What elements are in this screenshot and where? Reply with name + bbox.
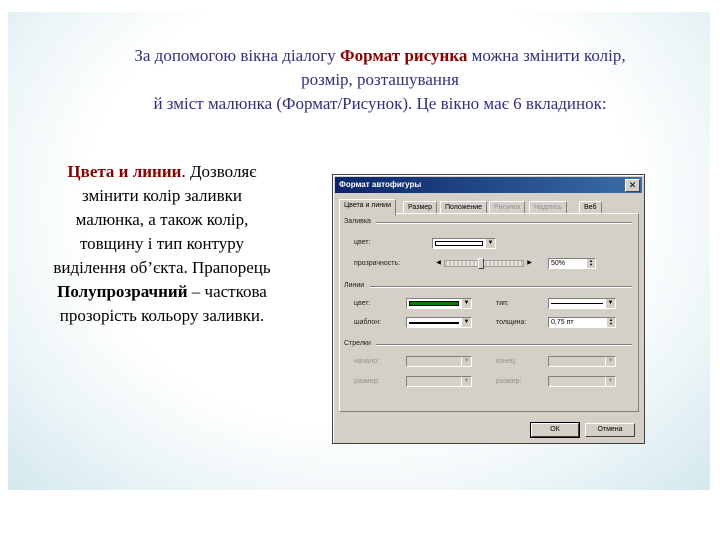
line-weight-label: толщина: — [496, 319, 527, 326]
intro-text: За допомогою вікна діалогу Формат рисунк… — [80, 44, 680, 116]
slider-thumb[interactable] — [478, 258, 484, 269]
transparency-label: прозрачность: — [354, 260, 401, 267]
line-pattern-preview — [409, 322, 459, 324]
chevron-down-icon: ▼ — [461, 357, 471, 366]
line-weight-input[interactable]: 0,75 пт ▲ ▼ — [548, 317, 616, 328]
fill-color-dropdown[interactable]: ▼ — [432, 238, 496, 249]
fill-group-title: Заливка — [344, 218, 371, 225]
format-autoshape-dialog: Формат автофигуры ✕ Цвета и линии Размер… — [332, 174, 645, 444]
chevron-down-icon[interactable]: ▼ — [461, 318, 471, 327]
flag-word: Прапорець — [192, 258, 271, 277]
line-type-label: тип: — [496, 300, 509, 307]
intro-line-3: й зміст малюнка (Формат/Рисунок). Це вік… — [153, 94, 607, 113]
intro-line-1: За допомогою вікна діалогу Формат рисунк… — [134, 46, 626, 65]
tab-colors-lines[interactable]: Цвета и линии — [339, 199, 396, 216]
arrow-end-size-label: размер: — [496, 378, 522, 385]
arrows-group-divider — [376, 344, 632, 346]
chevron-down-icon[interactable]: ▼ — [461, 299, 471, 308]
line-group-divider — [370, 286, 632, 288]
fill-color-swatch — [435, 241, 483, 246]
line-color-swatch — [409, 301, 459, 306]
chevron-down-icon[interactable]: ▼ — [605, 299, 615, 308]
arrow-begin-label: начало: — [354, 358, 380, 365]
close-icon[interactable]: ✕ — [625, 179, 640, 192]
line-type-preview — [551, 303, 603, 304]
fill-color-label: цвет: — [354, 239, 371, 246]
line-type-dropdown[interactable]: ▼ — [548, 298, 616, 309]
line-color-label: цвет: — [354, 300, 371, 307]
chevron-down-icon: ▼ — [461, 377, 471, 386]
arrow-end-dropdown: ▼ — [548, 356, 616, 367]
tab-strip: Цвета и линии Размер Положение Рисунок Н… — [339, 199, 637, 216]
line-group-title: Линии — [344, 282, 365, 289]
ok-button[interactable]: ОК — [530, 422, 580, 438]
dialog-name: Формат рисунка — [340, 46, 468, 65]
spin-arrows-icon[interactable]: ▲ ▼ — [607, 318, 615, 327]
tab-panel: Заливка цвет: ▼ прозрачность: ◀ ▶ 50% ▲ ▼… — [339, 213, 639, 412]
slider-left-icon[interactable]: ◀ — [434, 258, 443, 269]
arrow-begin-size-label: размер: — [354, 378, 380, 385]
intro-line-2: розмір, розташування — [301, 70, 459, 89]
arrow-end-size-dropdown: ▼ — [548, 376, 616, 387]
cancel-button[interactable]: Отмена — [585, 423, 635, 437]
tab-description: Цвета и линии. Дозволяє змінити колір за… — [53, 162, 271, 325]
slider-right-icon[interactable]: ▶ — [525, 258, 534, 269]
transparency-slider[interactable]: ◀ ▶ — [434, 258, 534, 269]
transparency-input[interactable]: 50% ▲ ▼ — [548, 258, 596, 269]
flag-name: Полупрозрачний — [57, 282, 188, 301]
slider-track[interactable] — [444, 260, 524, 267]
tab-name: Цвета и линии — [67, 162, 182, 181]
dialog-titlebar[interactable]: Формат автофигуры ✕ — [335, 177, 642, 193]
chevron-down-icon[interactable]: ▼ — [485, 239, 495, 248]
line-weight-value: 0,75 пт — [551, 319, 574, 326]
spin-arrows-icon[interactable]: ▲ ▼ — [587, 259, 595, 268]
line-pattern-label: шаблон: — [354, 319, 382, 326]
arrows-group-title: Стрелки — [344, 340, 371, 347]
line-pattern-dropdown[interactable]: ▼ — [406, 317, 472, 328]
arrow-begin-dropdown: ▼ — [406, 356, 472, 367]
fill-group-divider — [376, 222, 632, 224]
arrow-end-label: конец: — [496, 358, 517, 365]
chevron-down-icon: ▼ — [605, 357, 615, 366]
dialog-title: Формат автофигуры — [339, 180, 422, 189]
arrow-begin-size-dropdown: ▼ — [406, 376, 472, 387]
chevron-down-icon: ▼ — [605, 377, 615, 386]
line-color-dropdown[interactable]: ▼ — [406, 298, 472, 309]
transparency-value: 50% — [551, 260, 566, 267]
